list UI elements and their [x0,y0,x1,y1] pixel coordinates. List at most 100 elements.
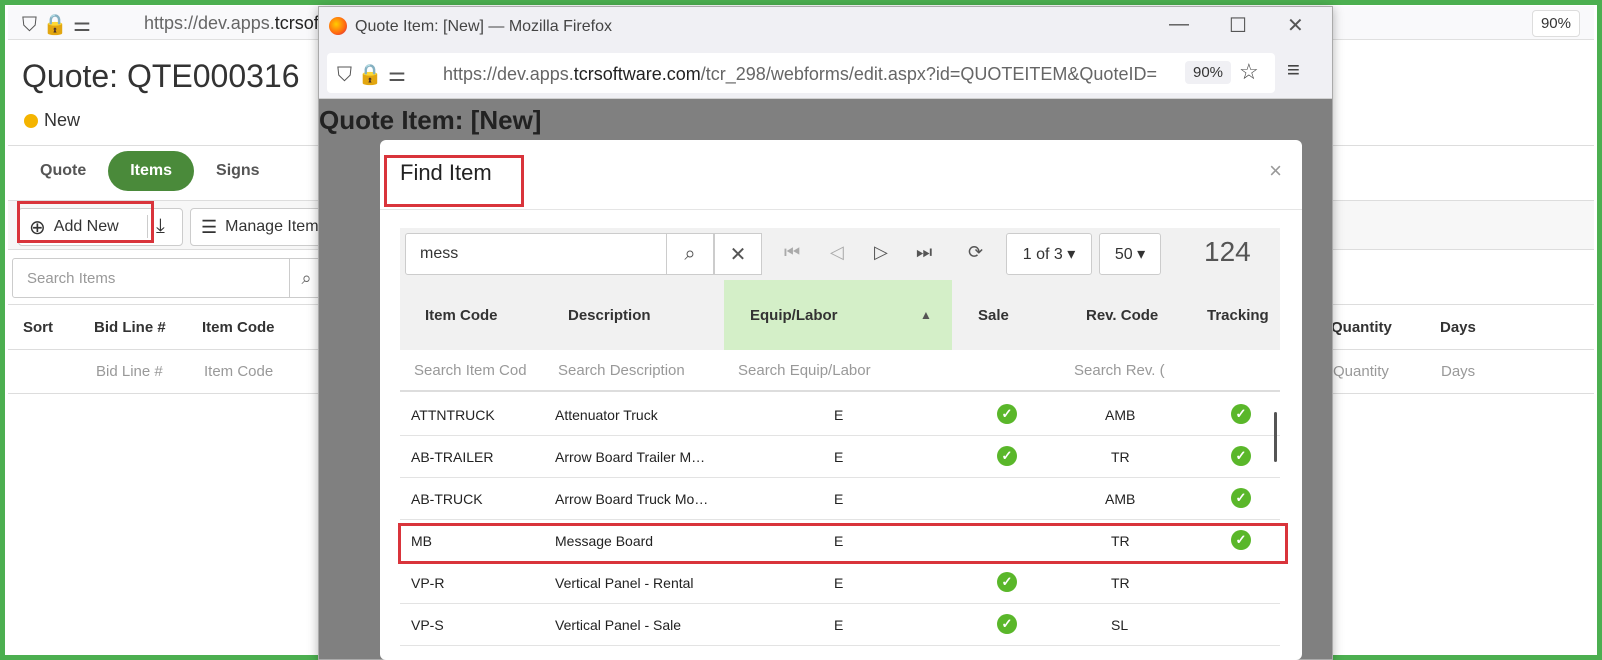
tracking-check-icon: ✓ [1231,404,1251,424]
close-icon[interactable]: ✕ [1287,13,1304,38]
cell-equip-labor: E [834,491,844,507]
cell-description: Vertical Panel - Sale [555,617,682,633]
cell-equip-labor: E [834,617,844,633]
cell-description: Vertical Panel - Rental [555,575,694,591]
background-url: https://dev.apps.tcrsoft [144,13,324,33]
table-row[interactable]: AB-TRAILER Arrow Board Trailer M… E ✓ TR… [400,436,1280,478]
status-badge: New [24,110,80,131]
column-bid-line[interactable]: Bid Line # [94,319,166,336]
column-equip-labor[interactable]: Equip/Labor ▲ [724,280,952,350]
grid-filter-row: Search Item Cod Search Description Searc… [400,350,1280,392]
sort-asc-icon: ▲ [920,308,932,322]
cell-item-code: AB-TRUCK [411,491,483,507]
table-row[interactable]: VP-R Vertical Panel - Rental E ✓ TR [400,562,1280,604]
cell-equip-labor: E [834,575,844,591]
column-sort[interactable]: Sort [23,319,53,336]
refresh-icon[interactable]: ⟳ [968,242,983,263]
tracking-check-icon: ✓ [1231,446,1251,466]
column-days[interactable]: Days [1440,319,1476,336]
cell-description: Arrow Board Truck Mo… [555,491,709,507]
sale-check-icon: ✓ [997,614,1017,634]
cell-equip-labor: E [834,449,844,465]
filter-item-code[interactable]: Item Code [204,363,273,380]
search-icon[interactable]: ⌕ [666,233,714,275]
cell-rev-code: TR [1111,575,1130,591]
grid-toolbar: mess ⌕ ✕ ⏮ ◁ ▷ ⏭ ⟳ 1 of 3 ▾ 50 ▾ 124 [400,228,1280,280]
table-row[interactable]: VP-S Vertical Panel - Sale E ✓ SL [400,604,1280,646]
tab-quote[interactable]: Quote [18,151,108,191]
last-page-icon[interactable]: ⏭ [916,242,932,263]
next-page-icon[interactable]: ▷ [874,242,888,263]
cell-rev-code: SL [1111,617,1129,633]
bookmark-star-icon[interactable]: ☆ [1239,59,1259,85]
cell-description: Arrow Board Trailer M… [555,449,706,465]
cell-description: Attenuator Truck [555,407,658,423]
highlight-find-item-title [384,155,524,207]
filter-description[interactable]: Search Description [558,362,685,379]
column-item-code[interactable]: Item Code [202,319,275,336]
filter-equip-labor[interactable]: Search Equip/Labor [738,362,871,379]
url-input[interactable]: ⛉ 🔒 ⚌ https://dev.apps.tcrsoftware.com/t… [327,53,1275,93]
manage-items-button[interactable]: ☰ Manage Item [190,208,330,246]
background-zoom[interactable]: 90% [1531,10,1580,37]
shield-lock-icons: ⛉ 🔒 ⚌ [337,64,406,86]
filter-rev-code[interactable]: Search Rev. ( [1074,362,1170,379]
table-row[interactable]: AB-TRUCK Arrow Board Truck Mo… E AMB ✓ [400,478,1280,520]
tab-bar: Quote Items Signs [18,148,282,194]
cell-rev-code: TR [1111,449,1130,465]
tab-signs[interactable]: Signs [194,151,282,191]
minimize-icon[interactable]: — [1169,13,1189,36]
url-bar: ⛉ 🔒 ⚌ https://dev.apps.tcrsoftware.com/t… [319,47,1332,99]
cell-item-code: AB-TRAILER [411,449,494,465]
column-rev-code[interactable]: Rev. Code [1086,280,1158,350]
grid-scrollbar[interactable] [1274,412,1277,462]
tracking-check-icon: ✓ [1231,488,1251,508]
hamburger-menu-icon[interactable]: ≡ [1287,57,1300,83]
cell-equip-labor: E [834,407,844,423]
prev-page-icon[interactable]: ◁ [830,242,844,263]
highlight-add-new [17,201,154,243]
grid-search-input[interactable]: mess [405,233,675,275]
tab-items[interactable]: Items [108,151,195,191]
column-description[interactable]: Description [568,280,651,350]
column-sale[interactable]: Sale [978,280,1009,350]
total-count: 124 [1204,236,1251,267]
modal-close-icon[interactable]: × [1269,158,1282,184]
sale-check-icon: ✓ [997,446,1017,466]
zoom-level[interactable]: 90% [1185,61,1232,84]
filter-days[interactable]: Days [1441,363,1475,380]
page-title: Quote: QTE000316 [22,58,300,94]
shield-lock-icons: ⛉ 🔒 ⚌ [22,14,91,36]
cell-item-code: VP-S [411,617,444,633]
column-item-code[interactable]: Item Code [425,280,498,350]
filter-bid-line[interactable]: Bid Line # [96,363,163,380]
find-item-modal: Find Item × mess ⌕ ✕ ⏮ ◁ ▷ ⏭ ⟳ 1 of 3 ▾ … [380,140,1302,660]
column-tracking[interactable]: Tracking [1207,280,1269,350]
window-titlebar: Quote Item: [New] — Mozilla Firefox — ☐ … [319,7,1332,47]
popup-page-title: Quote Item: [New] [319,105,542,135]
item-grid: mess ⌕ ✕ ⏮ ◁ ▷ ⏭ ⟳ 1 of 3 ▾ 50 ▾ 124 Ite… [400,228,1280,660]
status-dot-icon [24,114,38,128]
firefox-logo-icon [329,17,347,35]
page-selector[interactable]: 1 of 3 ▾ [1006,233,1092,275]
search-items-input[interactable]: Search Items ⌕ [12,258,322,298]
grid-header: Item Code Description Equip/Labor ▲ Sale… [400,280,1280,350]
list-check-icon: ☰ [201,216,218,237]
filter-item-code[interactable]: Search Item Cod [414,362,534,379]
clear-icon[interactable]: ✕ [714,233,762,275]
page-size-selector[interactable]: 50 ▾ [1099,233,1161,275]
highlight-selected-row [398,523,1288,564]
cell-rev-code: AMB [1105,407,1136,423]
window-title: Quote Item: [New] — Mozilla Firefox [355,18,612,35]
cell-item-code: VP-R [411,575,445,591]
cell-rev-code: AMB [1105,491,1136,507]
maximize-icon[interactable]: ☐ [1229,13,1247,38]
sale-check-icon: ✓ [997,572,1017,592]
cell-item-code: ATTNTRUCK [411,407,495,423]
first-page-icon[interactable]: ⏮ [784,242,800,263]
table-row[interactable]: ATTNTRUCK Attenuator Truck E ✓ AMB ✓ [400,394,1280,436]
column-quantity[interactable]: Quantity [1331,319,1392,336]
sale-check-icon: ✓ [997,404,1017,424]
url-text: https://dev.apps.tcrsoftware.com/tcr_298… [443,64,1157,84]
filter-quantity[interactable]: Quantity [1333,363,1389,380]
